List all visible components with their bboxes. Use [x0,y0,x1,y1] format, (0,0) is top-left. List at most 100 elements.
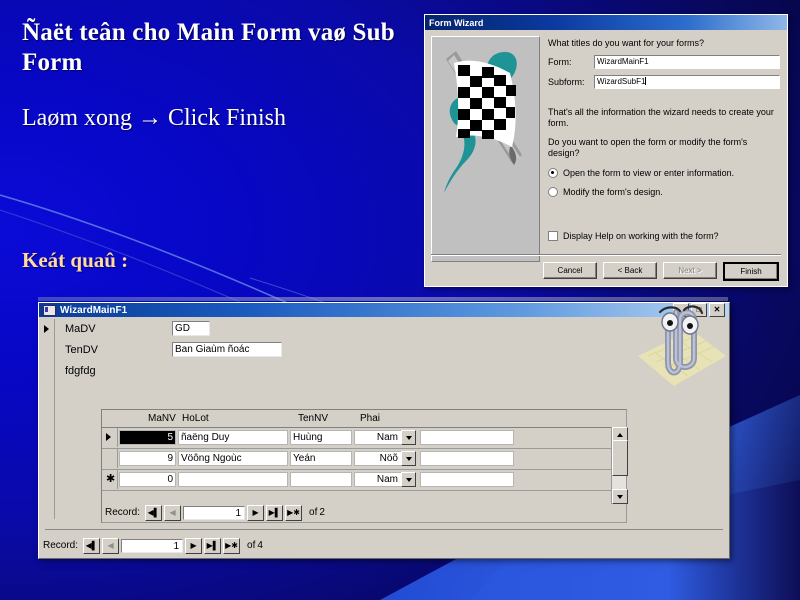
record-number-input[interactable]: 1 [121,538,184,553]
subform-record-total: 2 [319,507,325,518]
subform-section-label: fdgfdg [65,365,96,377]
tendv-input[interactable]: Ban Giaùm ñoác [172,342,282,357]
form-title-label: Form: [548,57,572,67]
radio-unselected-icon [548,187,558,197]
subform-previous-record-button[interactable]: ◀ [164,504,182,521]
madv-input[interactable]: GD [172,321,210,336]
row-selector[interactable] [102,428,118,447]
checkbox-unchecked-icon [548,231,558,241]
radio-selected-icon [548,168,558,178]
subform-title-input[interactable]: WizardSubF1 [594,75,780,89]
form-title-input[interactable]: WizardMainF1 [594,55,780,69]
main-nav-of-label: of [247,540,256,551]
wizard-button-row: Cancel < Back Next > Finish [543,262,779,281]
scroll-down-button[interactable] [612,489,628,504]
cell-manv[interactable]: 5 [119,430,176,445]
cell-tennv[interactable]: Huùng [290,430,352,445]
last-record-button[interactable]: ▶▌ [204,537,222,554]
cell-extra[interactable] [420,430,514,445]
chevron-down-icon[interactable] [401,430,416,445]
presentation-slide: Ñaët teân cho Main Form vaø Sub Form Laø… [0,0,800,600]
subform-title-row: Subform: WizardSubF1 [548,75,780,89]
current-record-arrow-icon [44,325,49,333]
subform-title-value: WizardSubF1 [597,77,646,86]
cancel-button[interactable]: Cancel [543,262,597,279]
radio-modify-design[interactable]: Modify the form's design. [548,187,780,197]
column-header-phai[interactable]: Phai [360,413,380,424]
record-selector-bar[interactable] [41,319,55,519]
cell-tennv[interactable]: Yeán [290,451,352,466]
checkbox-display-help-label: Display Help on working with the form? [563,231,719,241]
form-title-value: WizardMainF1 [597,57,649,66]
new-record-button[interactable]: ▶✱ [223,537,241,554]
column-header-manv[interactable]: MaNV [148,413,176,424]
scrollbar-thumb[interactable] [612,440,628,476]
subform-next-record-button[interactable]: ▶ [247,504,265,521]
cell-manv[interactable]: 0 [119,472,176,487]
asterisk-new-record-icon: ✱ [106,473,116,485]
cell-holot[interactable]: ñaëng Duy [178,430,288,445]
tendv-label: TenDV [65,344,99,356]
main-nav-label: Record: [43,540,79,551]
madv-label: MaDV [65,323,96,335]
previous-record-button[interactable]: ◀ [102,537,120,554]
clippy-paperclip-icon[interactable] [630,300,735,392]
subform-title-label: Subform: [548,77,585,87]
checkered-flag-icon [431,36,540,262]
next-button: Next > [663,262,717,279]
column-header-tennv[interactable]: TenNV [298,413,328,424]
current-row-arrow-icon [106,433,111,441]
cell-extra[interactable] [420,451,514,466]
wizard-question: What titles do you want for your forms? [548,38,705,48]
wizard-separator [431,254,781,256]
subform-last-record-button[interactable]: ▶▌ [266,504,284,521]
subform-vertical-scrollbar[interactable] [611,427,628,504]
row-selector-new-record[interactable]: ✱ [102,470,118,489]
finish-button[interactable]: Finish [723,262,779,281]
access-window-title-bar[interactable]: WizardMainF1 _ □ ✕ [39,303,729,317]
subform-nav-label: Record: [105,507,141,518]
access-background-strip [38,297,728,301]
wizard-paragraph-1: That's all the information the wizard ne… [548,107,774,128]
access-form-body: MaDV GD TenDV Ban Giaùm ñoác fdgfdg MaNV… [39,317,729,556]
main-record-total: 4 [257,540,263,551]
text-caret [645,77,647,85]
subform-record-number-input[interactable]: 1 [183,505,246,520]
cell-phai-value: Nam [354,472,401,487]
cell-phai-value: Nöõ [354,451,401,466]
table-row[interactable]: 5 ñaëng Duy Huùng Nam [102,428,612,449]
radio-open-form-label: Open the form to view or enter informati… [563,168,735,178]
form-title-row: Form: WizardMainF1 [548,55,780,69]
chevron-down-icon[interactable] [401,451,416,466]
table-row[interactable]: 9 Vöông Ngoùc Yeán Nöõ [102,449,612,470]
subform-first-record-button[interactable]: ◀▌ [145,504,163,521]
wizard-content: What titles do you want for your forms? … [548,38,780,241]
back-button[interactable]: < Back [603,262,657,279]
checkbox-display-help[interactable]: Display Help on working with the form? [548,231,780,241]
radio-open-form[interactable]: Open the form to view or enter informati… [548,168,780,178]
form-window-icon [43,304,56,316]
first-record-button[interactable]: ◀▌ [83,537,101,554]
cell-phai-combo[interactable]: Nam [354,430,416,445]
datasheet-header-row: MaNV HoLot TenNV Phai [102,410,626,428]
row-selector[interactable] [102,449,118,468]
cell-phai-combo[interactable]: Nam [354,472,416,487]
subform-new-record-button[interactable]: ▶✱ [285,504,303,521]
next-record-button[interactable]: ▶ [185,537,203,554]
access-window-title: WizardMainF1 [60,304,128,316]
cell-holot[interactable]: Vöông Ngoùc [178,451,288,466]
main-record-navigator: Record: ◀▌ ◀ 1 ▶ ▶▌ ▶✱ of 4 [43,537,263,554]
table-row[interactable]: ✱ 0 Nam [102,470,612,491]
slide-result-label: Keát quaû : [22,248,129,272]
cell-phai-combo[interactable]: Nöõ [354,451,416,466]
cell-holot[interactable] [178,472,288,487]
chevron-down-icon[interactable] [401,472,416,487]
column-header-holot[interactable]: HoLot [182,413,209,424]
cell-tennv[interactable] [290,472,352,487]
page-title: Ñaët teân cho Main Form vaø Sub Form [22,19,395,76]
cell-extra[interactable] [420,472,514,487]
wizard-paragraph-2: Do you want to open the form or modify t… [548,137,748,158]
cell-manv[interactable]: 9 [119,451,176,466]
radio-modify-design-label: Modify the form's design. [563,187,663,197]
slide-instruction: Laøm xong → Click Finish [22,105,286,131]
